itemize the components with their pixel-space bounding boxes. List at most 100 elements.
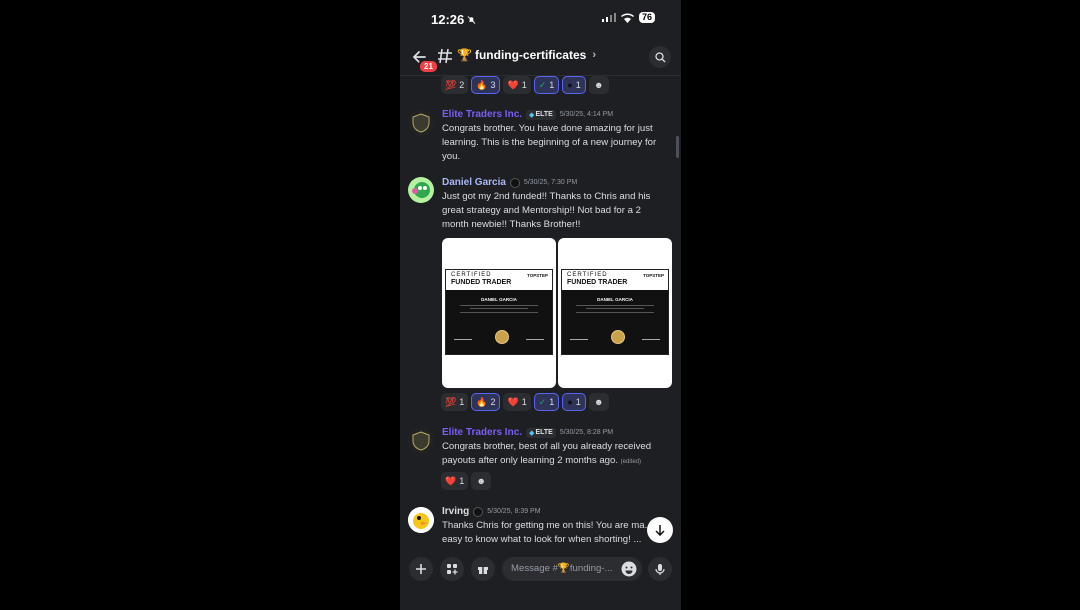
certificate-title: FUNDED TRADER xyxy=(451,279,512,286)
status-icons: 76 xyxy=(601,12,655,23)
heart-icon: ❤️ xyxy=(507,79,519,90)
certificate-title: FUNDED TRADER xyxy=(567,279,628,286)
timestamp: 5/30/25, 8:39 PM xyxy=(487,508,541,515)
microphone-icon xyxy=(655,563,665,575)
reaction-check[interactable]: ✓ 1 xyxy=(533,393,560,411)
fire-icon: 🔥 xyxy=(476,79,488,90)
certificate-header: CERTIFIED FUNDED TRADER TOPSTEP xyxy=(446,270,552,292)
reaction-custom[interactable]: ● 1 xyxy=(562,393,586,411)
author-name[interactable]: Daniel Garcia xyxy=(442,177,506,188)
avatar[interactable] xyxy=(408,507,434,533)
reaction-fire[interactable]: 🔥 3 xyxy=(471,76,501,94)
reaction-heart[interactable]: ❤️ 1 xyxy=(441,472,469,490)
apps-icon xyxy=(447,564,458,575)
reaction-check[interactable]: ✓ 1 xyxy=(533,76,560,94)
certificate-header: CERTIFIED FUNDED TRADER TOPSTEP xyxy=(562,270,668,292)
signature-line xyxy=(454,332,472,340)
reaction-bar: ❤️ 1 ☻ xyxy=(441,472,492,490)
reaction-bar-top: 💯 2 🔥 3 ❤️ 1 ✓ 1 ● 1 ☻ xyxy=(441,76,609,94)
reaction-count: 1 xyxy=(459,476,465,486)
search-button[interactable] xyxy=(649,46,671,68)
author-name[interactable]: Elite Traders Inc. xyxy=(442,427,522,438)
check-icon: ✓ xyxy=(538,396,547,407)
reaction-100[interactable]: 💯 2 xyxy=(441,76,469,94)
add-reaction-button[interactable]: ☻ xyxy=(588,393,609,411)
message-feed[interactable]: 💯 2 🔥 3 ❤️ 1 ✓ 1 ● 1 ☻ Elite Traders Inc. ◆ EL… xyxy=(400,76,681,550)
message-text: Just got my 2nd funded!! Thanks to Chris… xyxy=(442,191,651,230)
add-reaction-button[interactable]: ☻ xyxy=(588,76,609,94)
emoji-picker-icon[interactable] xyxy=(620,560,638,578)
reaction-count: 1 xyxy=(521,80,527,90)
reaction-fire[interactable]: 🔥 2 xyxy=(471,393,501,411)
discord-app: 12:26 76 21 🏆 funding-certificates › 💯 2 … xyxy=(400,0,681,610)
text-line xyxy=(576,305,654,306)
timestamp: 5/30/25, 7:30 PM xyxy=(523,179,578,186)
topstep-logo: TOPSTEP xyxy=(643,273,664,278)
avatar[interactable] xyxy=(408,177,434,203)
tag-emblem-icon: ◆ xyxy=(529,111,535,119)
clan-tag[interactable]: ◆ ELTE xyxy=(526,427,556,438)
gold-seal-icon xyxy=(494,330,509,344)
hundred-icon: 💯 xyxy=(445,396,457,407)
reaction-count: 1 xyxy=(575,397,581,407)
certificate-image[interactable]: CERTIFIED FUNDED TRADER TOPSTEP DANIEL G… xyxy=(558,238,672,388)
smiley-add-icon: ☻ xyxy=(593,397,604,407)
reaction-count: 2 xyxy=(490,397,496,407)
battery-indicator: 76 xyxy=(638,12,655,23)
message-meta: Elite Traders Inc. ◆ ELTE 5/30/25, 8:28 P… xyxy=(442,427,613,438)
heart-icon: ❤️ xyxy=(507,396,519,407)
fire-icon: 🔥 xyxy=(476,396,488,407)
signature-line xyxy=(526,332,544,340)
author-name[interactable]: Elite Traders Inc. xyxy=(442,109,522,120)
text-line xyxy=(460,305,538,306)
clan-tag[interactable]: ◆ ELTE xyxy=(526,109,556,120)
certificate-recipient: DANIEL GARCIA xyxy=(481,297,517,302)
avatar[interactable] xyxy=(408,110,434,136)
text-line xyxy=(470,308,528,309)
reaction-heart[interactable]: ❤️ 1 xyxy=(503,76,531,94)
tag-label: ELTE xyxy=(535,111,553,118)
edited-label: (edited) xyxy=(620,459,642,465)
signal-icon xyxy=(601,13,616,22)
smiley-add-icon: ☻ xyxy=(593,80,604,90)
message-text: Congrats brother. You have done amazing … xyxy=(442,123,657,162)
jump-to-present-button[interactable] xyxy=(647,517,673,543)
text-line xyxy=(576,312,654,313)
reaction-count: 3 xyxy=(490,80,496,90)
channel-title[interactable]: 🏆 funding-certificates › xyxy=(457,48,596,62)
signature-line xyxy=(570,332,588,340)
guild-badge-icon xyxy=(509,177,520,188)
scrollbar-thumb[interactable] xyxy=(676,136,679,158)
add-attachment-button[interactable] xyxy=(409,557,433,581)
text-line xyxy=(586,308,644,309)
message-meta: Elite Traders Inc. ◆ ELTE 5/30/25, 4:14 P… xyxy=(442,109,613,120)
unread-badge: 21 xyxy=(418,59,439,74)
certificate-image[interactable]: CERTIFIED FUNDED TRADER TOPSTEP DANIEL G… xyxy=(442,238,556,388)
reaction-heart[interactable]: ❤️ 1 xyxy=(503,393,531,411)
clock: 12:26 xyxy=(431,12,465,27)
message-text: Thanks Chris for getting me on this! You… xyxy=(442,520,661,545)
gift-button[interactable] xyxy=(471,557,495,581)
apps-button[interactable] xyxy=(440,557,464,581)
reaction-custom[interactable]: ● 1 xyxy=(562,76,586,94)
bell-muted-icon xyxy=(467,15,476,24)
add-reaction-button[interactable]: ☻ xyxy=(471,472,492,490)
reaction-bar: 💯 1 🔥 2 ❤️ 1 ✓ 1 ● 1 ☻ xyxy=(441,393,609,411)
timestamp: 5/30/25, 8:28 PM xyxy=(559,429,614,436)
author-name[interactable]: Irving xyxy=(442,506,469,517)
green-character-icon xyxy=(408,177,434,203)
voice-message-button[interactable] xyxy=(648,557,672,581)
message-text: Congrats brother, best of all you alread… xyxy=(442,440,668,469)
certificate: CERTIFIED FUNDED TRADER TOPSTEP DANIEL G… xyxy=(445,269,553,355)
gold-seal-icon xyxy=(610,330,625,344)
channel-header: 21 🏆 funding-certificates › xyxy=(400,38,681,76)
reaction-count: 1 xyxy=(459,397,465,407)
avatar[interactable] xyxy=(408,428,434,454)
timestamp: 5/30/25, 4:14 PM xyxy=(559,111,614,118)
reaction-100[interactable]: 💯 1 xyxy=(441,393,469,411)
reaction-count: 2 xyxy=(459,80,465,90)
channel-name: funding-certificates xyxy=(474,48,587,62)
duck-character-icon xyxy=(408,507,434,533)
reaction-count: 1 xyxy=(521,397,527,407)
gift-icon xyxy=(478,567,488,574)
